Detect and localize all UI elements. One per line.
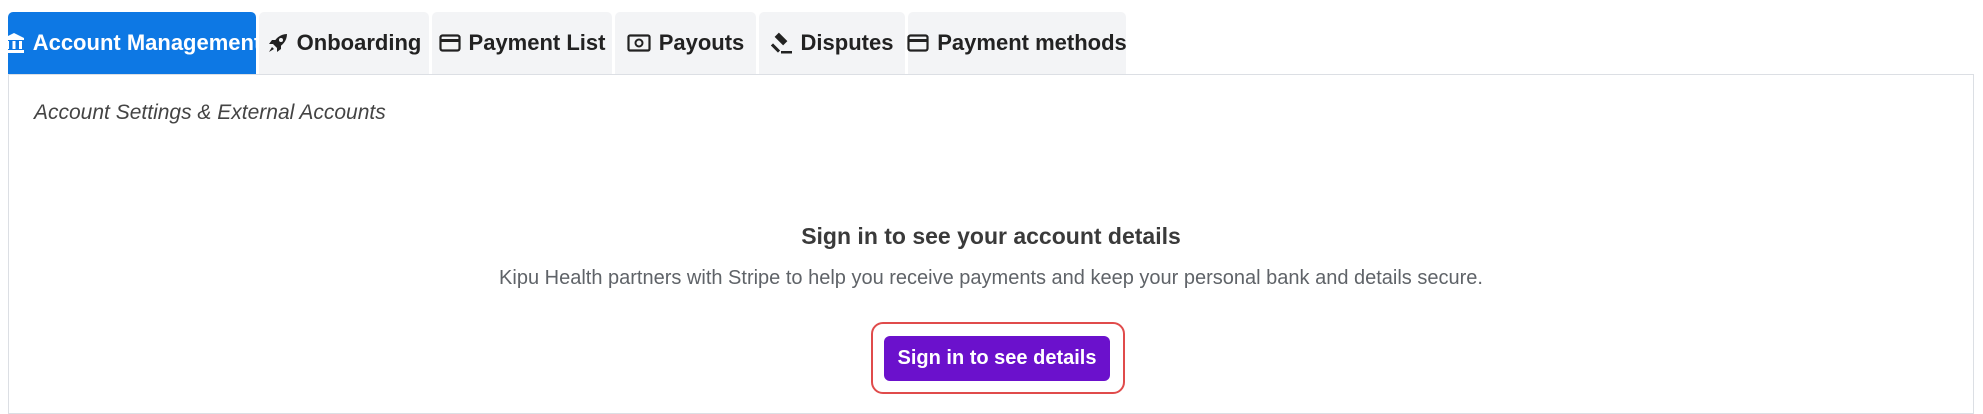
sign-in-button[interactable]: Sign in to see details — [884, 336, 1110, 381]
tab-payment-list[interactable]: Payment List — [432, 12, 612, 74]
tab-label: Payouts — [658, 30, 745, 55]
tab-label: Payment methods — [937, 30, 1127, 55]
tab-payment-methods[interactable]: Payment methods — [907, 12, 1127, 74]
signin-description: Kipu Health partners with Stripe to help… — [499, 267, 1483, 289]
rocket-icon — [267, 32, 289, 54]
bank-icon — [3, 32, 25, 54]
credit-card-icon — [438, 34, 461, 52]
button-highlight: Sign in to see details — [871, 322, 1125, 394]
tab-label: Onboarding — [296, 30, 422, 55]
tab-onboarding[interactable]: Onboarding — [259, 12, 429, 74]
panel-subtitle: Account Settings & External Accounts — [34, 101, 386, 124]
tab-panel: Account Settings & External Accounts Sig… — [8, 74, 1974, 414]
tab-label: Disputes — [800, 30, 894, 55]
gavel-icon — [770, 32, 793, 54]
tab-label: Account Management — [32, 30, 262, 55]
money-bill-icon — [627, 34, 651, 52]
credit-card-icon — [907, 34, 929, 52]
tab-account-management[interactable]: Account Management — [3, 12, 261, 74]
tab-label: Payment List — [468, 30, 606, 55]
signin-heading: Sign in to see your account details — [801, 223, 1181, 249]
tab-bar: Account Management Onboarding Payment Li… — [3, 12, 1129, 74]
tab-disputes[interactable]: Disputes — [759, 12, 905, 74]
tab-payouts[interactable]: Payouts — [615, 12, 756, 74]
